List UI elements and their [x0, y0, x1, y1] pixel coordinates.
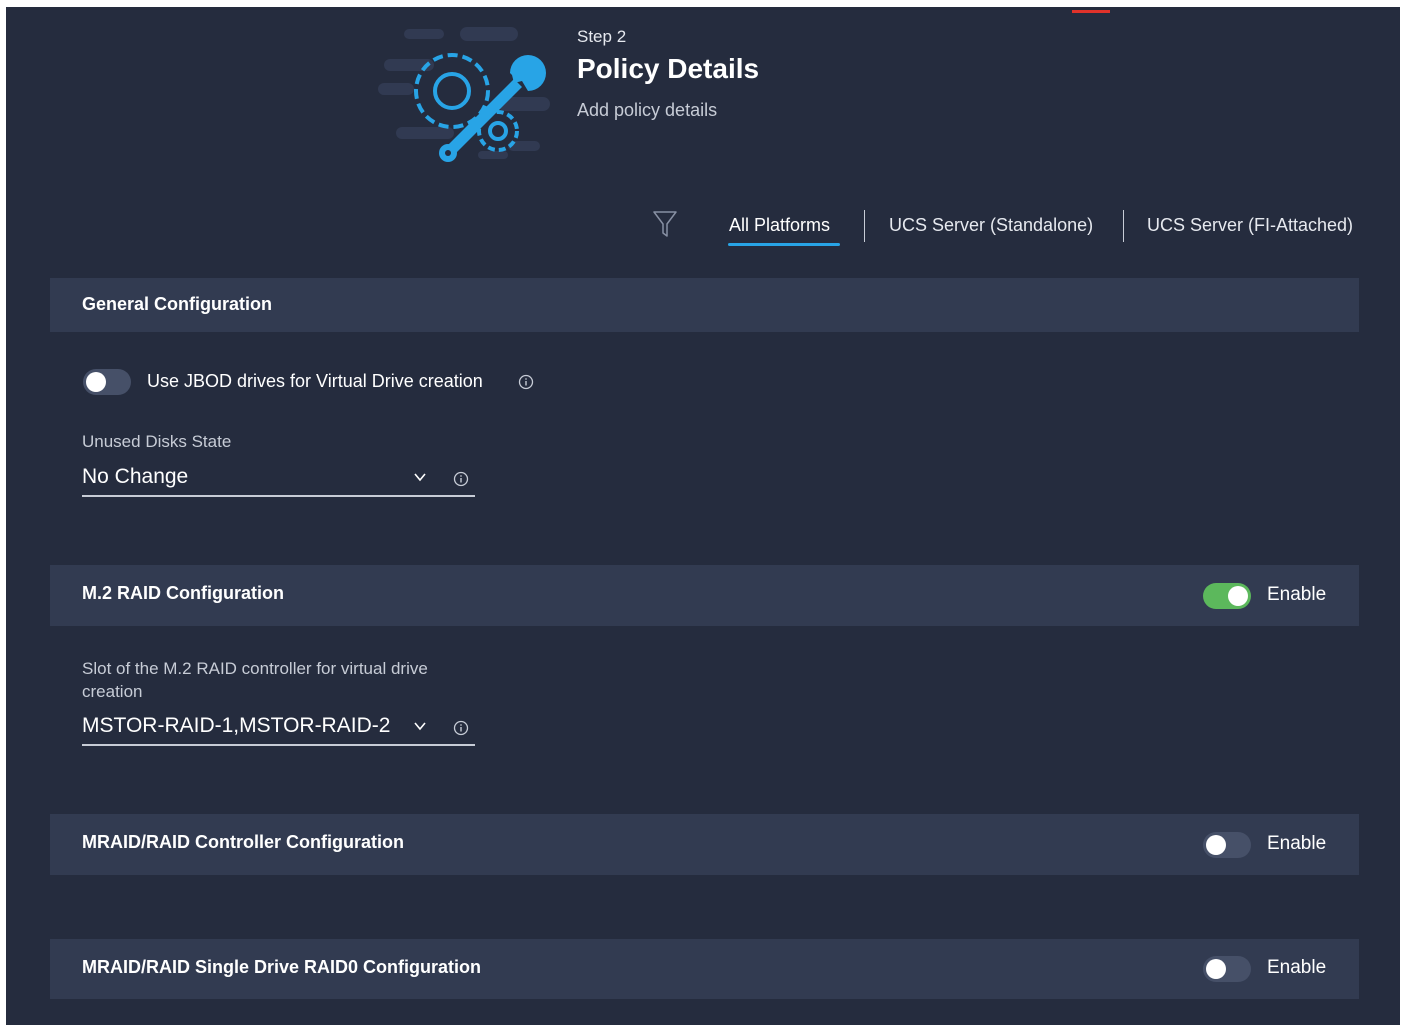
tab-ucs-standalone[interactable]: UCS Server (Standalone): [889, 215, 1093, 236]
tab-divider: [1123, 210, 1124, 242]
m2-slot-label-line2: creation: [82, 682, 143, 701]
m2-slot-select[interactable]: MSTOR-RAID-1,MSTOR-RAID-2: [82, 711, 475, 746]
enable-label: Enable: [1267, 833, 1327, 854]
mraid-single-drive-raid0-header: MRAID/RAID Single Drive RAID0 Configurat…: [50, 939, 1359, 999]
step-label: Step 2: [577, 27, 627, 46]
info-icon[interactable]: [518, 374, 534, 390]
toggle-knob: [1228, 586, 1248, 606]
top-accent-bar: [1072, 10, 1110, 13]
info-icon[interactable]: [453, 720, 469, 736]
page-subtitle: Add policy details: [577, 100, 718, 120]
chevron-down-icon: [414, 722, 426, 731]
toggle-knob: [1206, 959, 1226, 979]
toggle-knob: [1206, 835, 1226, 855]
unused-disks-select[interactable]: No Change: [82, 462, 475, 497]
jbod-toggle-label: Use JBOD drives for Virtual Drive creati…: [147, 371, 483, 391]
section-title: MRAID/RAID Single Drive RAID0 Configurat…: [82, 957, 482, 977]
policy-details-page: Step 2 Policy Details Add policy details…: [6, 7, 1400, 1025]
filter-icon[interactable]: [653, 210, 677, 238]
tab-all-platforms[interactable]: All Platforms: [729, 215, 830, 236]
active-tab-indicator: [728, 243, 840, 246]
section-title: MRAID/RAID Controller Configuration: [82, 832, 404, 852]
tab-ucs-fi-attached[interactable]: UCS Server (FI-Attached): [1147, 215, 1353, 236]
tab-divider: [864, 210, 865, 242]
page-title: Policy Details: [577, 53, 760, 84]
toggle-knob: [86, 372, 106, 392]
section-title: General Configuration: [82, 294, 273, 314]
m2-slot-label-line1: Slot of the M.2 RAID controller for virt…: [82, 659, 428, 678]
mraid-single-drive-enable-toggle[interactable]: [1203, 956, 1251, 982]
enable-label: Enable: [1267, 584, 1327, 605]
section-title: M.2 RAID Configuration: [82, 583, 284, 603]
select-value: No Change: [82, 465, 189, 488]
m2-raid-enable-toggle[interactable]: [1203, 583, 1251, 609]
general-configuration-header: General Configuration: [50, 278, 1359, 332]
chevron-down-icon: [414, 473, 426, 482]
enable-label: Enable: [1267, 957, 1327, 978]
m2-raid-configuration-header: M.2 RAID Configuration Enable: [50, 565, 1359, 626]
gear-wrench-icon: [378, 27, 550, 162]
jbod-toggle[interactable]: [83, 369, 131, 395]
mraid-controller-configuration-header: MRAID/RAID Controller Configuration Enab…: [50, 814, 1359, 875]
info-icon[interactable]: [453, 471, 469, 487]
m2-slot-label: Slot of the M.2 RAID controller for virt…: [82, 657, 428, 703]
select-value: MSTOR-RAID-1,MSTOR-RAID-2: [82, 714, 391, 737]
unused-disks-label: Unused Disks State: [82, 432, 232, 451]
mraid-controller-enable-toggle[interactable]: [1203, 832, 1251, 858]
